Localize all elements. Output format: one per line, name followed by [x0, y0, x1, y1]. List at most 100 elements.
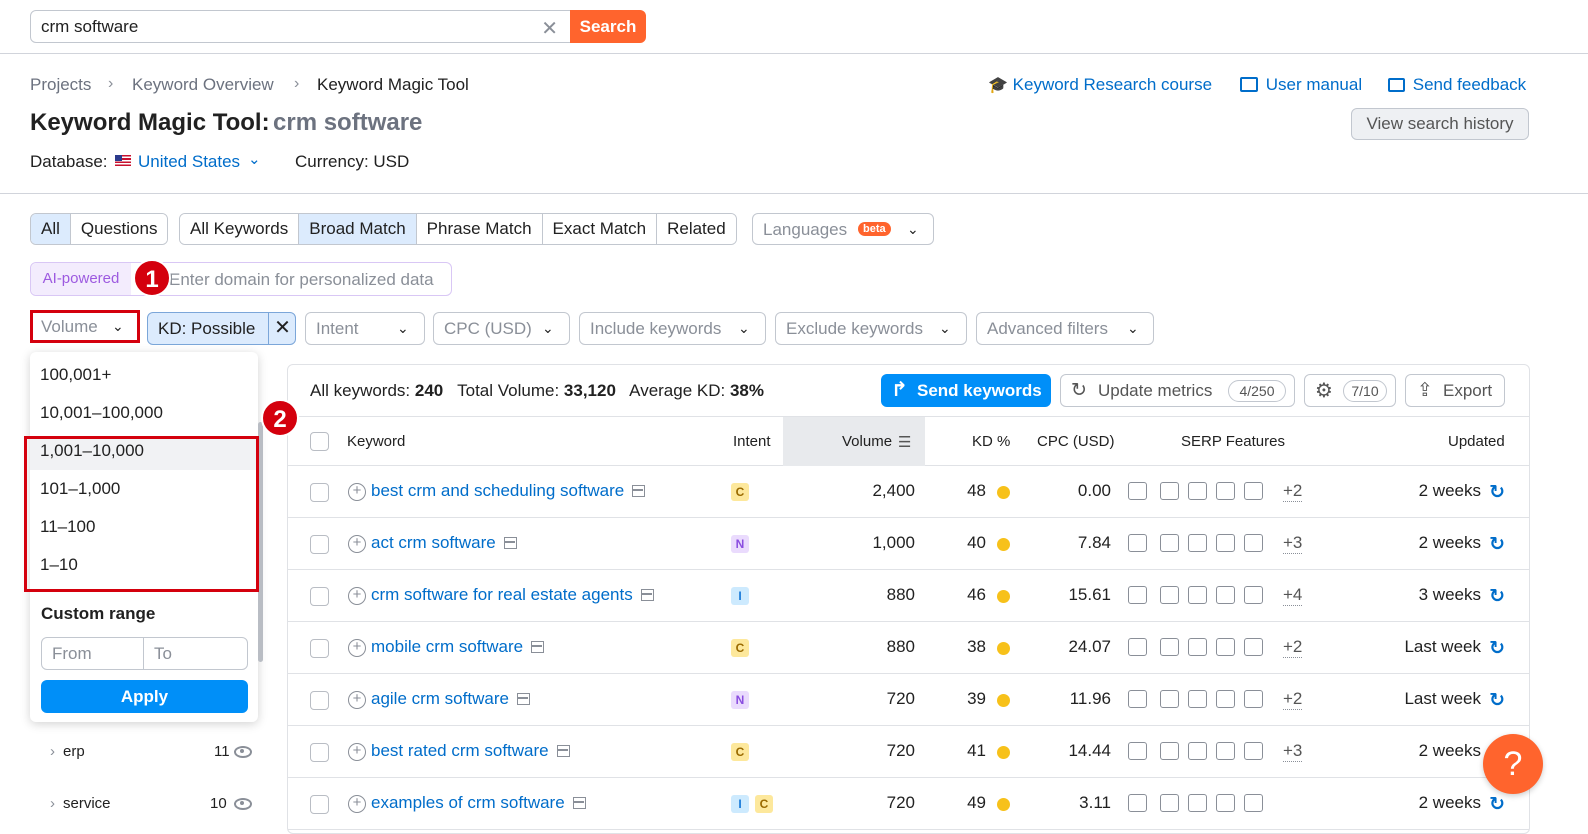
languages-select[interactable]: Languages beta ⌄ — [752, 213, 934, 245]
view-search-history-button[interactable]: View search history — [1351, 108, 1529, 140]
cpc-filter[interactable]: CPC (USD) ⌄ — [433, 312, 570, 345]
refresh-icon[interactable]: ↻ — [1489, 585, 1505, 608]
add-keyword-icon[interactable]: + — [348, 587, 366, 605]
star-icon[interactable] — [1188, 534, 1207, 552]
image-icon[interactable] — [1216, 586, 1235, 604]
serp-snapshot-icon[interactable] — [516, 693, 530, 705]
row-checkbox[interactable] — [310, 639, 329, 658]
image-icon[interactable] — [1216, 690, 1235, 708]
serp-feature-icon[interactable] — [1128, 690, 1147, 708]
column-kd[interactable]: KD % — [972, 433, 1010, 450]
eye-icon[interactable] — [234, 746, 252, 758]
tab-phrase-match[interactable]: Phrase Match — [416, 214, 543, 244]
user-manual-link[interactable]: User manual — [1240, 75, 1362, 95]
search-button[interactable]: Search — [570, 10, 646, 43]
serp-feature-icon[interactable] — [1128, 586, 1147, 604]
keyword-link[interactable]: crm software for real estate agents — [371, 585, 654, 605]
refresh-icon[interactable]: ↻ — [1489, 533, 1505, 556]
link-icon[interactable] — [1160, 690, 1179, 708]
question-icon[interactable] — [1244, 690, 1263, 708]
image-icon[interactable] — [1216, 482, 1235, 500]
serp-feature-icon[interactable] — [1128, 638, 1147, 656]
link-icon[interactable] — [1160, 534, 1179, 552]
group-item-erp[interactable]: › erp — [50, 743, 85, 760]
advanced-filters[interactable]: Advanced filters ⌄ — [976, 312, 1154, 345]
course-link[interactable]: 🎓 Keyword Research course — [988, 75, 1212, 95]
link-icon[interactable] — [1160, 794, 1179, 812]
keyword-link[interactable]: examples of crm software — [371, 793, 586, 813]
send-keywords-button[interactable]: ↱ Send keywords — [881, 374, 1051, 407]
serp-snapshot-icon[interactable] — [531, 641, 545, 653]
keyword-link[interactable]: best crm and scheduling software — [371, 481, 646, 501]
refresh-icon[interactable]: ↻ — [1489, 481, 1505, 504]
more-serp-features[interactable]: +2 — [1283, 481, 1303, 502]
column-keyword[interactable]: Keyword — [347, 433, 405, 450]
row-checkbox[interactable] — [310, 743, 329, 762]
serp-snapshot-icon[interactable] — [640, 589, 654, 601]
database-select[interactable]: United States — [138, 152, 240, 172]
row-checkbox[interactable] — [310, 691, 329, 710]
more-serp-features[interactable]: +3 — [1283, 533, 1303, 554]
refresh-icon[interactable]: ↻ — [1489, 637, 1505, 660]
column-updated[interactable]: Updated — [1448, 433, 1505, 450]
domain-input[interactable]: Enter domain for personalized data — [169, 270, 434, 290]
question-icon[interactable] — [1244, 742, 1263, 760]
volume-filter[interactable]: Volume ⌄ — [30, 310, 140, 343]
image-icon[interactable] — [1216, 638, 1235, 656]
more-serp-features[interactable]: +2 — [1283, 637, 1303, 658]
question-icon[interactable] — [1244, 638, 1263, 656]
column-volume[interactable]: Volume — [842, 433, 892, 450]
row-checkbox[interactable] — [310, 795, 329, 814]
star-icon[interactable] — [1188, 482, 1207, 500]
tab-broad-match[interactable]: Broad Match — [299, 214, 417, 244]
add-keyword-icon[interactable]: + — [348, 535, 366, 553]
keyword-link[interactable]: agile crm software — [371, 689, 530, 709]
more-serp-features[interactable]: +4 — [1283, 585, 1303, 606]
exclude-keywords-filter[interactable]: Exclude keywords ⌄ — [775, 312, 967, 345]
search-input[interactable]: crm software ✕ — [30, 10, 571, 43]
serp-snapshot-icon[interactable] — [572, 797, 586, 809]
update-metrics-button[interactable]: ↻ Update metrics 4/250 — [1060, 374, 1295, 407]
star-icon[interactable] — [1188, 638, 1207, 656]
tab-all-keywords[interactable]: All Keywords — [180, 214, 300, 244]
star-icon[interactable] — [1188, 690, 1207, 708]
serp-feature-icon[interactable] — [1128, 482, 1147, 500]
group-item-service[interactable]: › service — [50, 795, 111, 812]
volume-option[interactable]: 10,001–100,000 — [40, 403, 163, 423]
intent-filter[interactable]: Intent ⌄ — [305, 312, 425, 345]
link-icon[interactable] — [1160, 638, 1179, 656]
link-icon[interactable] — [1160, 482, 1179, 500]
serp-snapshot-icon[interactable] — [556, 745, 570, 757]
keyword-link[interactable]: mobile crm software — [371, 637, 545, 657]
add-keyword-icon[interactable]: + — [348, 639, 366, 657]
question-icon[interactable] — [1244, 794, 1263, 812]
serp-snapshot-icon[interactable] — [632, 485, 646, 497]
breadcrumb-projects[interactable]: Projects — [30, 75, 91, 95]
keyword-link[interactable]: act crm software — [371, 533, 517, 553]
chevron-down-icon[interactable]: ⌄ — [248, 150, 261, 168]
refresh-icon[interactable]: ↻ — [1489, 793, 1505, 816]
include-keywords-filter[interactable]: Include keywords ⌄ — [579, 312, 766, 345]
apply-button[interactable]: Apply — [41, 680, 248, 713]
clear-icon[interactable]: ✕ — [541, 16, 558, 41]
add-keyword-icon[interactable]: + — [348, 743, 366, 761]
send-feedback-link[interactable]: Send feedback — [1388, 75, 1526, 95]
row-checkbox[interactable] — [310, 587, 329, 606]
add-keyword-icon[interactable]: + — [348, 691, 366, 709]
serp-feature-icon[interactable] — [1128, 742, 1147, 760]
breadcrumb-keyword-overview[interactable]: Keyword Overview — [132, 75, 274, 95]
question-icon[interactable] — [1244, 482, 1263, 500]
column-intent[interactable]: Intent — [733, 433, 771, 450]
tab-related[interactable]: Related — [657, 214, 736, 244]
link-icon[interactable] — [1160, 742, 1179, 760]
star-icon[interactable] — [1188, 794, 1207, 812]
row-checkbox[interactable] — [310, 535, 329, 554]
star-icon[interactable] — [1188, 586, 1207, 604]
add-keyword-icon[interactable]: + — [348, 483, 366, 501]
volume-option[interactable]: 100,001+ — [40, 365, 111, 385]
question-icon[interactable] — [1244, 586, 1263, 604]
range-from-input[interactable]: From — [41, 637, 144, 670]
close-icon[interactable]: ✕ — [268, 313, 296, 344]
link-icon[interactable] — [1160, 586, 1179, 604]
image-icon[interactable] — [1216, 794, 1235, 812]
